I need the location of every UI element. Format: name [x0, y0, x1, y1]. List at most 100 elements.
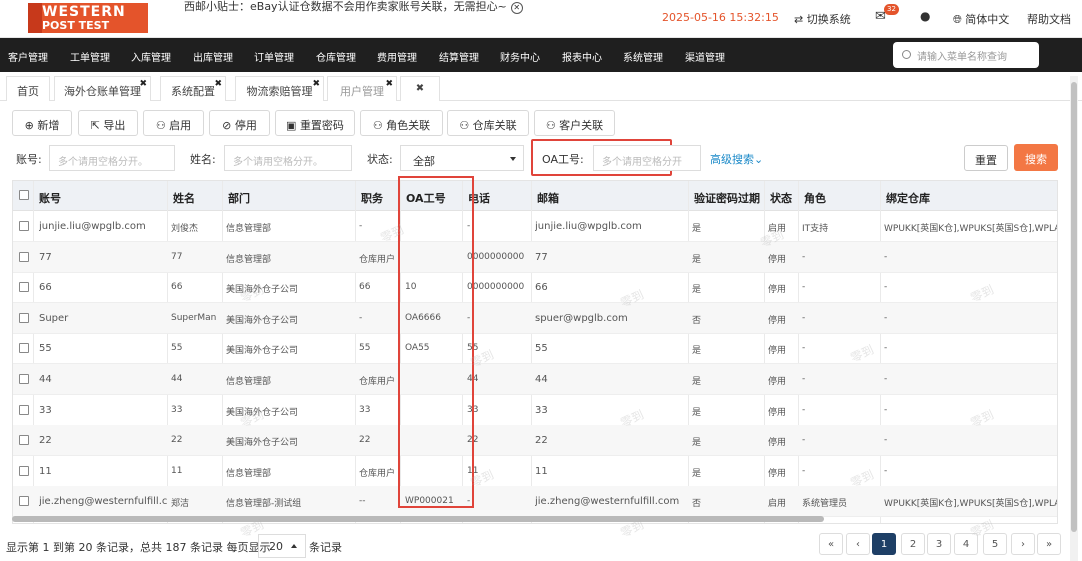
search-icon: [902, 50, 911, 59]
row-checkbox[interactable]: [19, 404, 29, 415]
close-tab-icon[interactable]: ✖: [312, 79, 320, 89]
table-row[interactable]: 11 11 信息管理部 仓库用户 11 11 是停用 - -: [13, 456, 1057, 487]
table-row[interactable]: 77 77 信息管理部 仓库用户 0000000000 77 是 停用 - -: [13, 241, 1057, 273]
tab-overseas-bill[interactable]: 海外仓账单管理 ✖: [54, 76, 151, 101]
nav-item-warehouse[interactable]: 仓库管理: [316, 49, 356, 64]
page-3-button[interactable]: 3: [927, 533, 951, 555]
reset-password-button[interactable]: ▣ 重置密码: [275, 110, 355, 136]
cell-warehouse: -: [884, 312, 888, 323]
column-header-email[interactable]: 邮箱: [537, 190, 559, 206]
close-tab-icon[interactable]: ✖: [214, 79, 222, 89]
vertical-scrollbar[interactable]: [1071, 82, 1077, 532]
close-tab-icon[interactable]: ✖: [139, 79, 147, 89]
table-row[interactable]: 33 33 美国海外仓子公司 33 33 33 是停用 - -: [13, 395, 1057, 426]
nav-item-outbound[interactable]: 出库管理: [193, 49, 233, 64]
nav-item-finance[interactable]: 财务中心: [500, 49, 540, 64]
disable-label: 停用: [234, 119, 257, 132]
nav-item-customer[interactable]: 客户管理: [8, 49, 48, 64]
column-header-password-expiry[interactable]: 验证密码过期: [694, 190, 760, 206]
select-all-checkbox[interactable]: [19, 190, 29, 200]
page-1-button[interactable]: 1: [872, 533, 896, 555]
next-page-button[interactable]: ›: [1011, 533, 1035, 555]
row-checkbox[interactable]: [19, 435, 29, 446]
nav-item-system[interactable]: 系统管理: [623, 49, 663, 64]
column-header-status[interactable]: 状态: [770, 190, 792, 206]
language-selector[interactable]: 🌐︎ 简体中文: [953, 11, 1009, 27]
oa-input[interactable]: 多个请用空格分开: [593, 145, 701, 171]
prev-page-button[interactable]: ‹: [846, 533, 870, 555]
column-header-warehouse[interactable]: 绑定仓库: [886, 190, 930, 206]
column-header-account[interactable]: 账号: [39, 190, 61, 206]
notice-banner: 西邮小贴士：eBay认证仓数据不会用作卖家账号关联，无需担心~ ✕: [184, 0, 523, 14]
disable-button[interactable]: ⊘ 停用: [209, 110, 270, 136]
mail-count-badge: 32: [884, 4, 899, 15]
customer-link-button[interactable]: ⚇ 客户关联: [534, 110, 615, 136]
cell-password-expiry: 否: [692, 499, 702, 510]
company-logo[interactable]: WESTERN POST TEST: [28, 3, 148, 33]
page-5-button[interactable]: 5: [983, 533, 1007, 555]
tab-system-config[interactable]: 系统配置 ✖: [160, 76, 226, 101]
nav-item-report[interactable]: 报表中心: [562, 49, 602, 64]
last-page-button[interactable]: »: [1037, 533, 1061, 555]
table-row[interactable]: jie.zheng@westernfulfill.com 郑洁 信息管理部-测试组 -…: [13, 486, 1057, 518]
nav-item-channel[interactable]: 渠道管理: [685, 49, 725, 64]
row-checkbox[interactable]: [19, 465, 29, 476]
close-tab-icon[interactable]: ✖: [385, 79, 393, 89]
close-notice-icon[interactable]: ✕: [510, 2, 523, 14]
row-checkbox[interactable]: [19, 221, 29, 231]
row-checkbox[interactable]: [19, 496, 29, 507]
search-button[interactable]: 搜索: [1014, 144, 1058, 171]
table-row[interactable]: 55 55 美国海外仓子公司 55 OA55 55 55 是停用 - -: [13, 333, 1057, 365]
column-header-name[interactable]: 姓名: [173, 190, 195, 206]
menu-search-input[interactable]: 请输入菜单名称查询: [893, 42, 1039, 68]
nav-item-settlement[interactable]: 结算管理: [439, 49, 479, 64]
user-icon[interactable]: ●: [920, 9, 930, 23]
first-page-button[interactable]: «: [819, 533, 843, 555]
name-input[interactable]: 多个请用空格分开。: [224, 145, 352, 171]
table-row[interactable]: 22 22 美国海外仓子公司 22 22 22 是 停用 - -: [13, 425, 1057, 457]
nav-item-fee[interactable]: 费用管理: [377, 49, 417, 64]
help-docs-link[interactable]: 帮助文档: [1027, 11, 1071, 27]
tab-label: 用户管理: [340, 85, 384, 98]
oa-label: OA工号:: [542, 153, 584, 166]
warehouse-link-label: 仓库关联: [472, 119, 517, 132]
cell-email: junjie.liu@wpglb.com: [535, 221, 642, 232]
enable-button[interactable]: ⚇ 启用: [143, 110, 204, 136]
row-checkbox[interactable]: [19, 282, 29, 293]
add-button[interactable]: ⊕ 新增: [12, 110, 72, 136]
nav-item-workorder[interactable]: 工单管理: [70, 49, 110, 64]
account-input[interactable]: 多个请用空格分开。: [49, 145, 175, 171]
row-checkbox[interactable]: [19, 374, 29, 384]
close-all-tabs-icon[interactable]: ✖: [400, 76, 440, 101]
enable-label: 启用: [169, 119, 192, 132]
cell-password-expiry: 是: [692, 254, 702, 265]
tab-user-management[interactable]: 用户管理 ✖: [327, 76, 397, 101]
tab-logistics-claim[interactable]: 物流索赔管理 ✖: [235, 76, 324, 101]
table-row[interactable]: 44 44 信息管理部 仓库用户 44 44 是 停用 - -: [13, 364, 1057, 395]
row-checkbox[interactable]: [19, 343, 29, 354]
cell-position: 55: [359, 343, 371, 354]
user-table: 账号 姓名 部门 职务 OA工号 电话 邮箱 验证密码过期 状态 角色 绑定仓库…: [12, 180, 1058, 524]
reset-button[interactable]: 重置: [964, 145, 1008, 171]
tab-home[interactable]: 首页: [6, 76, 50, 101]
column-header-department[interactable]: 部门: [228, 190, 250, 206]
table-row[interactable]: 66 66 美国海外仓子公司 66 10 0000000000 66 是停用 - -: [13, 272, 1057, 304]
role-link-button[interactable]: ⚇ 角色关联: [360, 110, 443, 136]
page-2-button[interactable]: 2: [901, 533, 925, 555]
warehouse-link-button[interactable]: ⚇ 仓库关联: [447, 110, 529, 136]
cell-role: -: [802, 282, 806, 293]
table-row[interactable]: Super SuperMan 美国海外仓子公司 - OA6666- spuer@wpglb…: [13, 302, 1057, 334]
page-size-select[interactable]: 20: [258, 534, 306, 558]
horizontal-scrollbar[interactable]: [12, 516, 824, 522]
column-header-role[interactable]: 角色: [804, 190, 826, 206]
export-button[interactable]: ⇱ 导出: [78, 110, 138, 136]
status-select[interactable]: 全部: [400, 145, 524, 171]
nav-item-order[interactable]: 订单管理: [254, 49, 294, 64]
column-header-position[interactable]: 职务: [361, 190, 383, 206]
advanced-search-link[interactable]: 高级搜索⌄: [710, 151, 763, 167]
switch-system-button[interactable]: ⇄ 切换系统: [794, 11, 851, 27]
nav-item-inbound[interactable]: 入库管理: [131, 49, 171, 64]
row-checkbox[interactable]: [19, 251, 29, 262]
row-checkbox[interactable]: [19, 312, 29, 323]
table-row[interactable]: junjie.liu@wpglb.com 刘俊杰 信息管理部 - - junjie.liu…: [13, 211, 1057, 242]
